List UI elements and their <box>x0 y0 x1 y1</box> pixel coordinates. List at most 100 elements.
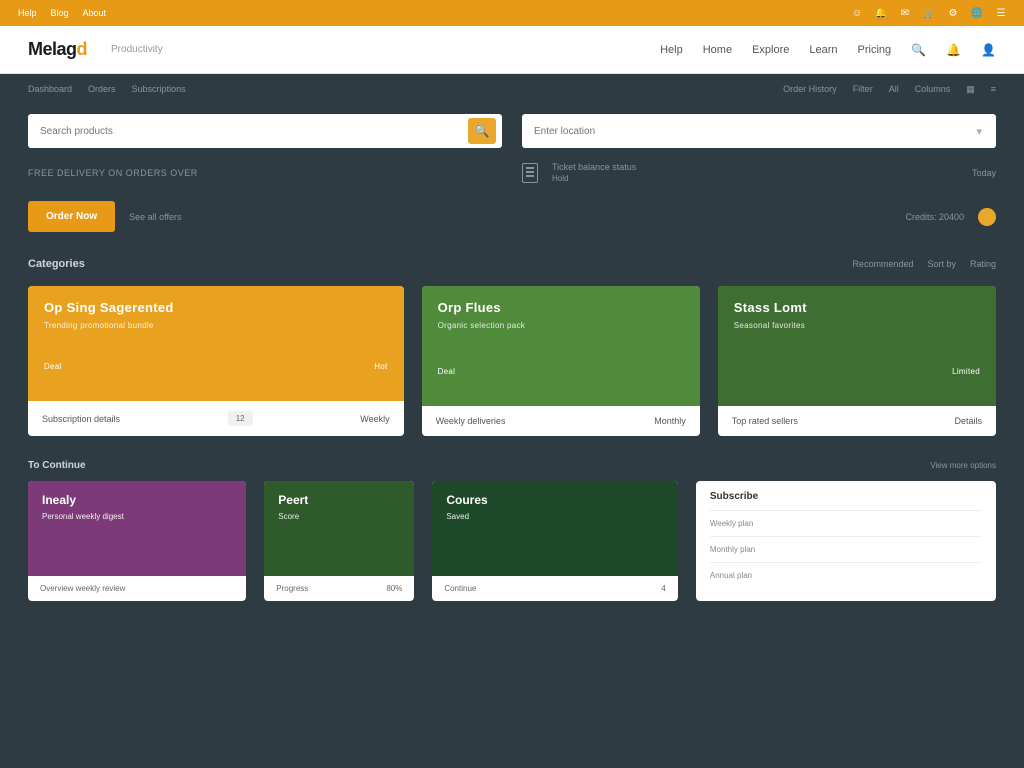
topbar-link[interactable]: About <box>83 8 107 18</box>
mail-icon[interactable]: ✉ <box>900 8 910 18</box>
crumb[interactable]: Subscriptions <box>132 84 186 94</box>
user-icon[interactable]: 👤 <box>981 43 996 57</box>
info-row-2: Order Now See all offers Credits: 20400 <box>0 201 1024 250</box>
bell-icon[interactable]: 🔔 <box>876 8 886 18</box>
plan-label: Annual plan <box>710 571 752 580</box>
card-subtitle: Saved <box>446 512 664 521</box>
search-products-box: 🔍 <box>28 114 502 148</box>
cart-icon[interactable]: 🛒 <box>924 8 934 18</box>
crumb-link[interactable]: Order History <box>783 84 837 94</box>
card-subtitle: Organic selection pack <box>438 321 684 330</box>
card-title: Inealy <box>42 493 232 507</box>
sort-recommended[interactable]: Recommended <box>852 259 913 269</box>
main-navbar: Melagd Productivity Help Home Explore Le… <box>0 26 1024 74</box>
category-card[interactable]: Op Sing Sagerented Trending promotional … <box>28 286 404 436</box>
card-badge-right: Limited <box>952 367 980 376</box>
plan-label: Monthly plan <box>710 545 755 554</box>
card-footer-text: Subscription details <box>42 414 120 424</box>
credits-group: Credits: 20400 <box>522 208 996 226</box>
card-grid: Op Sing Sagerented Trending promotional … <box>0 278 1024 450</box>
user-icon[interactable]: ☺ <box>852 8 862 18</box>
crumb-link[interactable]: All <box>889 84 899 94</box>
nav-link-explore[interactable]: Explore <box>752 44 789 56</box>
gear-icon[interactable]: ⚙ <box>948 8 958 18</box>
card-footer: Subscription details 12 Weekly <box>28 401 404 436</box>
sort-rating[interactable]: Rating <box>970 259 996 269</box>
info-left: Free delivery on orders over <box>28 168 502 178</box>
card-subtitle: Seasonal favorites <box>734 321 980 330</box>
continue-card[interactable]: Peert Score Progress 80% <box>264 481 414 601</box>
section-title: Categories <box>28 258 85 270</box>
card-footer-text: Weekly deliveries <box>436 416 506 426</box>
search-location-input[interactable] <box>534 126 976 137</box>
card-footer-right: Details <box>954 416 982 426</box>
crumb-link[interactable]: Filter <box>853 84 873 94</box>
today-label: Today <box>972 168 996 178</box>
card-footer: Top rated sellers Details <box>718 406 996 436</box>
document-icon <box>522 163 538 183</box>
subscribe-panel: Subscribe Weekly plan Monthly plan Annua… <box>696 481 996 601</box>
crumb-link[interactable]: Columns <box>915 84 951 94</box>
card-footer-right: 80% <box>386 584 402 593</box>
card-chip: 12 <box>228 411 253 426</box>
panel-title: Subscribe <box>710 491 982 502</box>
info-right: Ticket balance status Hold Today <box>522 162 996 183</box>
order-now-button[interactable]: Order Now <box>28 201 115 232</box>
sort-label: Sort by <box>927 259 956 269</box>
chevron-down-icon[interactable]: ▾ <box>976 125 990 138</box>
plan-row[interactable]: Weekly plan <box>710 519 982 528</box>
card-grid-secondary: Inealy Personal weekly digest Overview w… <box>0 477 1024 601</box>
card-badge-left: Deal <box>44 362 62 371</box>
section-title: To Continue <box>28 460 86 471</box>
card-badge-right: Hot <box>374 362 387 371</box>
section-header-categories: Categories Recommended Sort by Rating <box>0 250 1024 278</box>
card-footer: Weekly deliveries Monthly <box>422 406 700 436</box>
nav-link-pricing[interactable]: Pricing <box>858 44 892 56</box>
plan-row[interactable]: Annual plan <box>710 571 982 580</box>
divider <box>710 536 982 537</box>
card-footer-text: Overview weekly review <box>40 584 125 593</box>
brand-logo[interactable]: Melagd <box>28 39 87 60</box>
info-row: Free delivery on orders over Ticket bala… <box>0 162 1024 201</box>
continue-card[interactable]: Inealy Personal weekly digest Overview w… <box>28 481 246 601</box>
section-controls: Recommended Sort by Rating <box>852 259 996 269</box>
topbar-left: Help Blog About <box>18 8 106 18</box>
nav-link-home[interactable]: Home <box>703 44 732 56</box>
category-card[interactable]: Stass Lomt Seasonal favorites Limited To… <box>718 286 996 436</box>
card-header: Peert Score <box>264 481 414 576</box>
topbar-link[interactable]: Blog <box>51 8 69 18</box>
card-title: Stass Lomt <box>734 300 980 315</box>
plan-row[interactable]: Monthly plan <box>710 545 982 554</box>
bell-icon[interactable]: 🔔 <box>946 43 961 57</box>
ticket-sub: Hold <box>552 174 636 183</box>
coin-icon <box>978 208 996 226</box>
topbar-link[interactable]: Help <box>18 8 37 18</box>
search-icon[interactable]: 🔍 <box>911 43 926 57</box>
ticket-label: Ticket balance status <box>552 162 636 172</box>
card-footer: Overview weekly review <box>28 576 246 601</box>
list-icon[interactable]: ≡ <box>991 84 996 94</box>
continue-card[interactable]: Coures Saved Continue 4 <box>432 481 678 601</box>
menu-icon[interactable]: ☰ <box>996 8 1006 18</box>
search-products-input[interactable] <box>40 126 468 137</box>
card-title: Op Sing Sagerented <box>44 300 388 315</box>
card-subtitle: Personal weekly digest <box>42 512 232 521</box>
logo-accent: d <box>77 39 88 59</box>
section-header-continue: To Continue View more options <box>0 450 1024 477</box>
card-header: Op Sing Sagerented Trending promotional … <box>28 286 404 401</box>
view-more-link[interactable]: View more options <box>930 461 996 470</box>
crumb[interactable]: Dashboard <box>28 84 72 94</box>
nav-link-help[interactable]: Help <box>660 44 683 56</box>
card-badge-left: Deal <box>438 367 456 376</box>
crumb[interactable]: Orders <box>88 84 116 94</box>
divider <box>710 562 982 563</box>
plan-label: Weekly plan <box>710 519 753 528</box>
grid-icon[interactable]: ▦ <box>966 84 975 95</box>
card-subtitle: Trending promotional bundle <box>44 321 388 330</box>
search-button[interactable]: 🔍 <box>468 118 496 144</box>
card-header: Stass Lomt Seasonal favorites Limited <box>718 286 996 406</box>
cta-caption[interactable]: See all offers <box>129 212 181 222</box>
category-card[interactable]: Orp Flues Organic selection pack Deal We… <box>422 286 700 436</box>
globe-icon[interactable]: 🌐 <box>972 8 982 18</box>
nav-link-learn[interactable]: Learn <box>809 44 837 56</box>
